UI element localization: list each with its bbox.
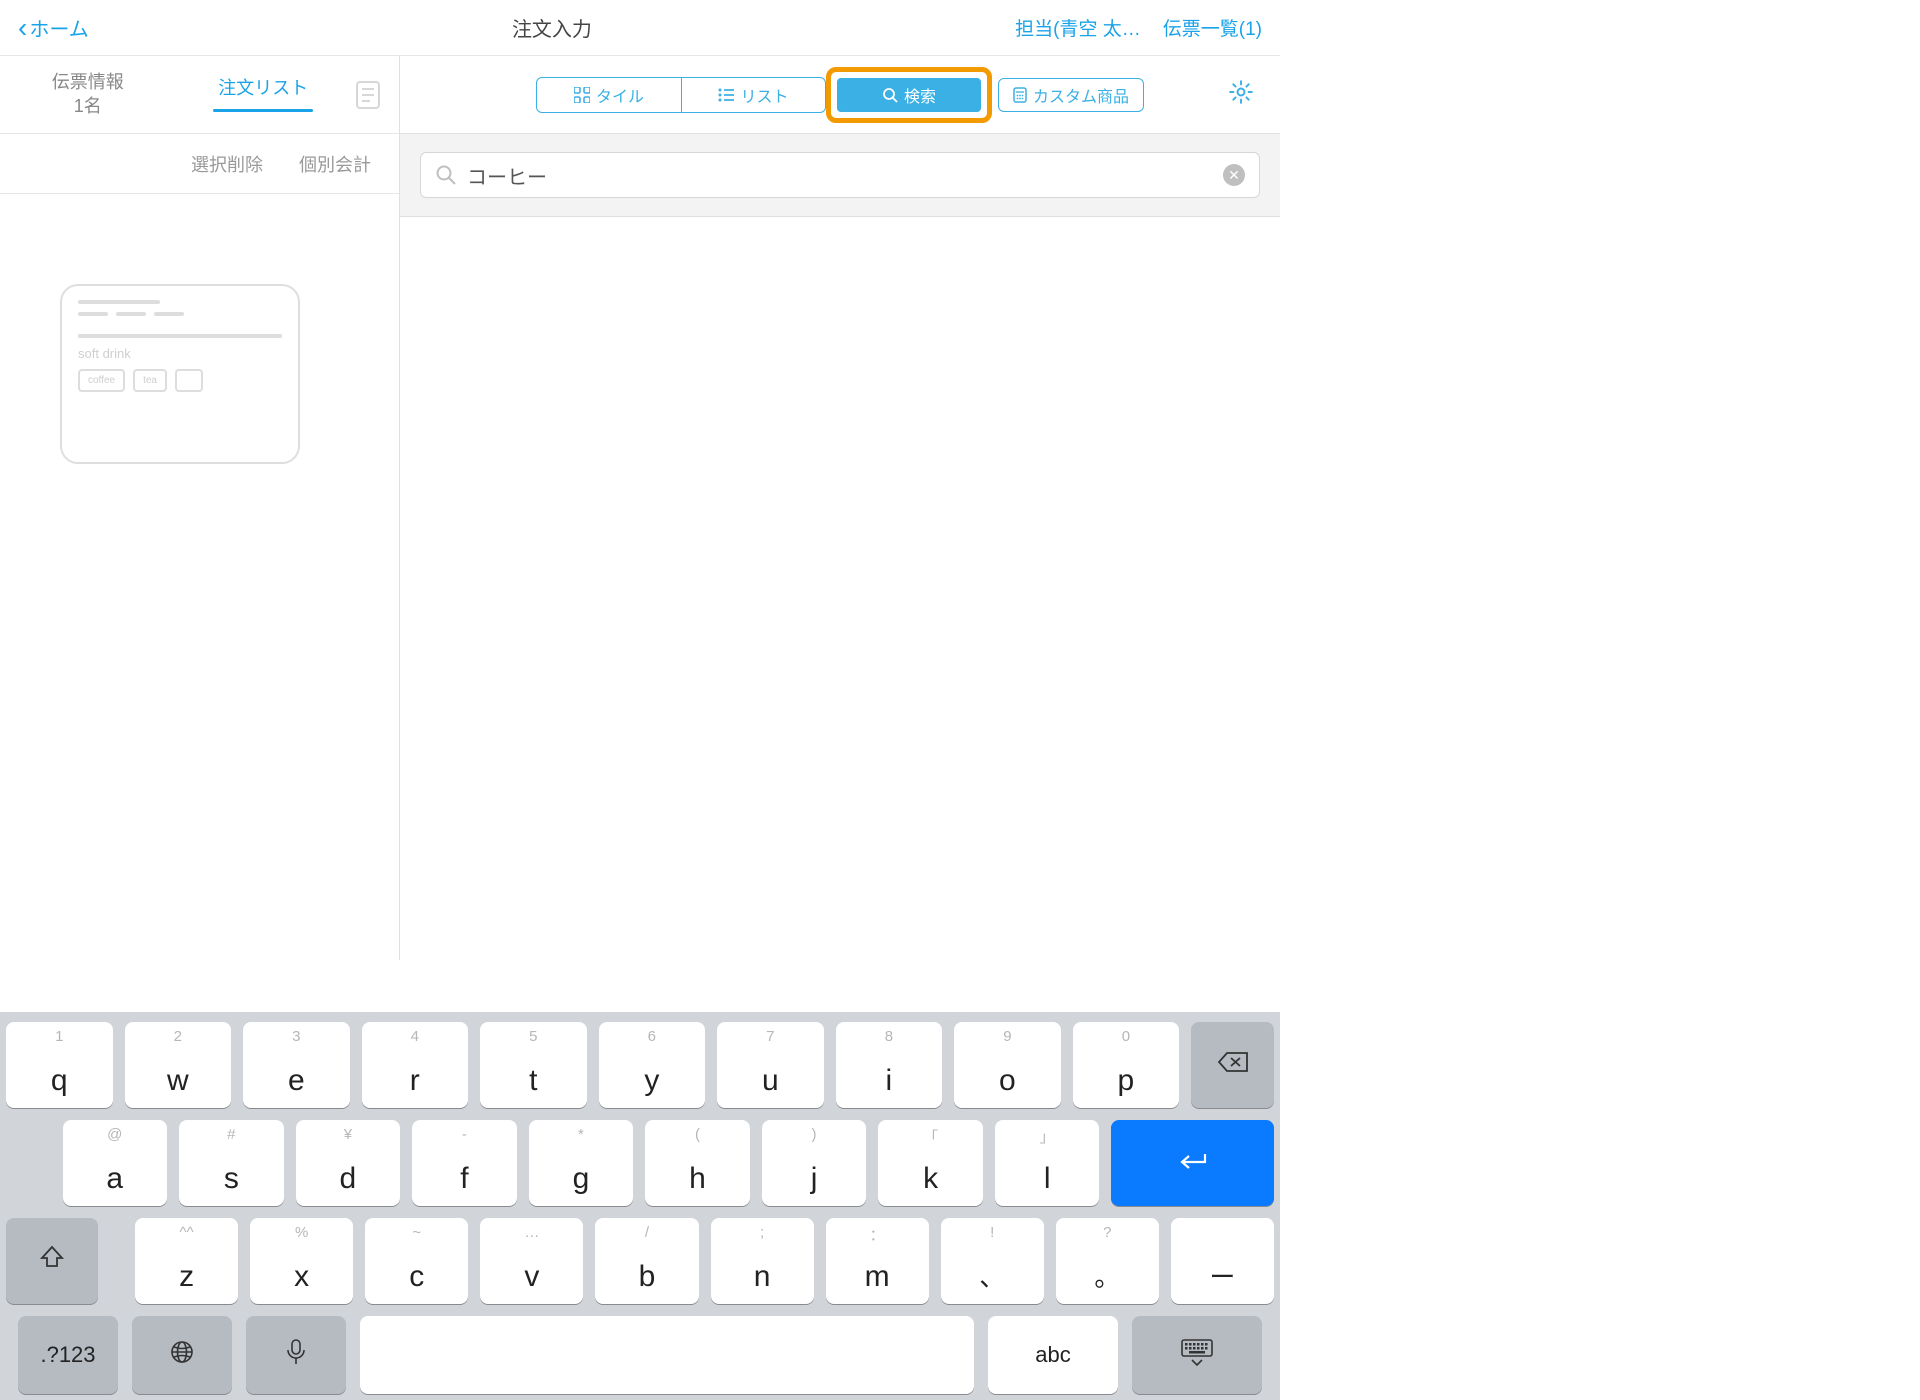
backspace-icon [1217,1048,1249,1082]
slip-list-link[interactable]: 伝票一覧(1) [1163,14,1262,41]
key-z[interactable]: ^^z [135,1218,238,1304]
key-f[interactable]: -f [412,1120,517,1206]
key-j[interactable]: )j [762,1120,867,1206]
search-icon [435,164,457,186]
search-box: ✕ [420,152,1260,198]
keyboard-hide-icon [1180,1338,1214,1372]
key-g[interactable]: *g [529,1120,634,1206]
delete-selected-button[interactable]: 選択削除 [191,151,263,177]
key-x[interactable]: %x [250,1218,353,1304]
key-q[interactable]: 1q [6,1022,113,1108]
key-n[interactable]: ;n [711,1218,814,1304]
key-。[interactable]: ?。 [1056,1218,1159,1304]
left-tabs: 伝票情報 1名 注文リスト [0,56,399,134]
staff-link[interactable]: 担当(青空 太… [1015,14,1141,41]
keyboard-row-4: .?123 abc [6,1316,1274,1394]
key-h[interactable]: (h [645,1120,750,1206]
key-mic[interactable] [246,1316,346,1394]
empty-state: soft drink coffee tea [0,194,399,960]
key-m[interactable]: ：m [826,1218,929,1304]
key-r[interactable]: 4r [362,1022,469,1108]
left-panel: 伝票情報 1名 注文リスト 選択削除 個別会計 soft drink cof [0,56,400,960]
calculator-icon [1013,87,1027,103]
key-abc[interactable]: abc [988,1316,1118,1394]
settings-button[interactable] [1228,79,1254,110]
search-icon [882,87,898,103]
key-shift[interactable] [6,1218,98,1304]
key-k[interactable]: 「k [878,1120,983,1206]
key-b[interactable]: /b [595,1218,698,1304]
page-title: 注文入力 [512,13,592,42]
key-d[interactable]: ¥d [296,1120,401,1206]
key-space[interactable] [360,1316,974,1394]
key-p[interactable]: 0p [1073,1022,1180,1108]
key-e[interactable]: 3e [243,1022,350,1108]
key-backspace[interactable] [1191,1022,1274,1108]
key-v[interactable]: …v [480,1218,583,1304]
top-nav: ‹ ホーム 注文入力 担当(青空 太… 伝票一覧(1) [0,0,1280,56]
search-input[interactable] [467,164,1213,187]
key-l[interactable]: 」l [995,1120,1100,1206]
right-panel: タイル リスト 検索 カスタム商品 [400,56,1280,960]
key-t[interactable]: 5t [480,1022,587,1108]
back-button[interactable]: ‹ ホーム [18,12,89,44]
key-w[interactable]: 2w [125,1022,232,1108]
key-dismiss-keyboard[interactable] [1132,1316,1262,1394]
split-bill-button[interactable]: 個別会計 [299,151,371,177]
key-a[interactable]: @a [63,1120,168,1206]
key-、[interactable]: !、 [941,1218,1044,1304]
search-tab-highlight: 検索 [826,67,992,123]
right-toolbar: タイル リスト 検索 カスタム商品 [400,56,1280,134]
on-screen-keyboard: 1q2w3e4r5t6y7u8i9o0p @a#s¥d-f*g(h)j「k」l … [0,1012,1280,1400]
shift-icon [39,1244,65,1278]
search-row: ✕ [400,134,1280,217]
clear-search-button[interactable]: ✕ [1223,164,1245,186]
key-ー[interactable]: ー [1171,1218,1274,1304]
key-y[interactable]: 6y [599,1022,706,1108]
key-symnum[interactable]: .?123 [18,1316,118,1394]
globe-icon [169,1339,195,1371]
mic-icon [285,1338,307,1372]
seg-list[interactable]: リスト [681,78,825,112]
key-enter[interactable] [1111,1120,1274,1206]
seg-tile[interactable]: タイル [537,78,681,112]
chevron-left-icon: ‹ [18,12,27,44]
list-icon [718,88,734,102]
key-o[interactable]: 9o [954,1022,1061,1108]
view-segmented-control: タイル リスト [536,77,826,113]
search-results-area [400,217,1280,960]
tab-order-list[interactable]: 注文リスト [176,77,352,111]
custom-item-button[interactable]: カスタム商品 [998,78,1144,112]
tab-slip-info[interactable]: 伝票情報 1名 [0,71,176,118]
seg-search[interactable]: 検索 [837,78,981,112]
key-globe[interactable] [132,1316,232,1394]
note-icon[interactable] [351,81,385,109]
back-label: ホーム [29,13,88,42]
return-icon [1175,1146,1211,1180]
key-i[interactable]: 8i [836,1022,943,1108]
key-s[interactable]: #s [179,1120,284,1206]
grid-icon [574,87,590,103]
nav-right-group: 担当(青空 太… 伝票一覧(1) [1015,14,1262,41]
key-u[interactable]: 7u [717,1022,824,1108]
key-c[interactable]: ~c [365,1218,468,1304]
